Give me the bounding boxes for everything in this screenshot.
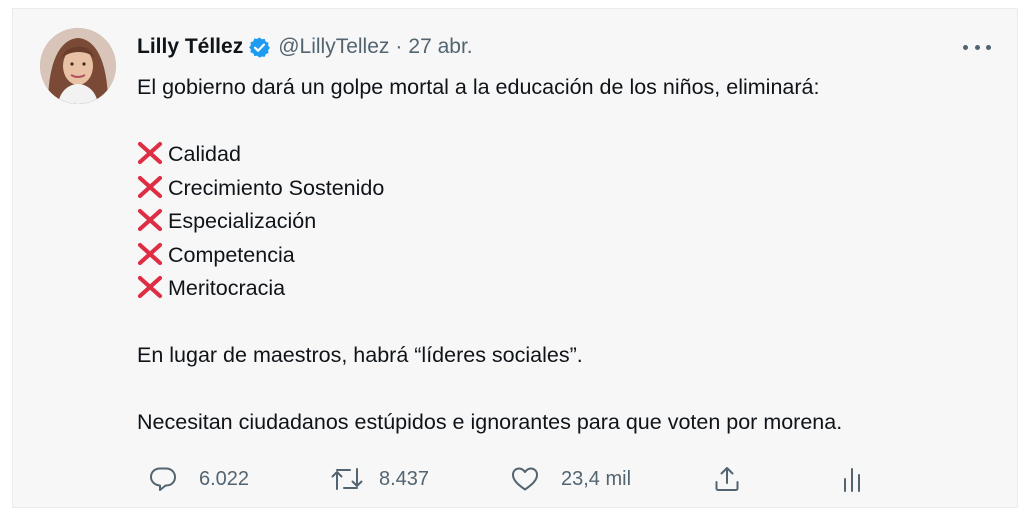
cross-mark-icon [137, 242, 166, 266]
tweet-paragraph: En lugar de maestros, habrá “líderes soc… [137, 343, 583, 367]
list-item-label: Especialización [168, 209, 317, 233]
avatar-portrait-icon [40, 28, 116, 104]
avatar[interactable] [40, 28, 116, 104]
list-item-label: Competencia [168, 242, 295, 267]
retweet-icon [331, 466, 363, 492]
author-handle[interactable]: @LillyTellez [278, 35, 389, 59]
list-item-label: Calidad [168, 142, 241, 166]
list-item-label: Crecimiento Sostenido [168, 175, 385, 200]
tweet-intro: El gobierno dará un golpe mortal a la ed… [137, 75, 820, 99]
retweet-button[interactable]: 8.437 [331, 464, 429, 494]
header-separator: · [395, 35, 403, 58]
analytics-bars-icon [841, 465, 863, 493]
share-icon [713, 465, 741, 493]
reply-count: 6.022 [199, 467, 250, 490]
cross-mark-icon [137, 208, 166, 232]
retweet-count: 8.437 [379, 467, 430, 490]
like-button[interactable]: 23,4 mil [511, 464, 631, 494]
cross-mark-icon [137, 275, 166, 299]
verified-badge-icon [248, 36, 271, 59]
list-item: Competencia [137, 239, 997, 273]
list-item: Crecimiento Sostenido [137, 172, 997, 206]
list-item: Meritocracia [137, 272, 997, 306]
like-count: 23,4 mil [561, 467, 632, 490]
tweet-header: Lilly Téllez @LillyTellez · 27 abr. [137, 33, 473, 61]
author-name[interactable]: Lilly Téllez [137, 35, 243, 59]
list-item-label: Meritocracia [168, 276, 286, 300]
heart-icon [511, 466, 539, 492]
share-button[interactable] [713, 464, 741, 494]
reply-bubble-icon [149, 466, 177, 492]
tweet-actions: 6.022 8.437 23,4 mil [137, 464, 877, 494]
analytics-button[interactable] [841, 464, 863, 494]
reply-button[interactable]: 6.022 [149, 464, 249, 494]
list-item: Especialización [137, 205, 997, 239]
list-item: Calidad [137, 138, 997, 172]
cross-mark-icon [137, 141, 166, 165]
tweet-text: El gobierno dará un golpe mortal a la ed… [137, 71, 997, 440]
tweet-date[interactable]: 27 abr. [408, 35, 472, 59]
tweet-card[interactable]: Lilly Téllez @LillyTellez · 27 abr. El g… [12, 8, 1018, 508]
tweet-paragraph: Necesitan ciudadanos estúpidos e ignoran… [137, 410, 843, 434]
cross-mark-icon [137, 175, 166, 199]
more-options-icon[interactable] [963, 39, 991, 55]
